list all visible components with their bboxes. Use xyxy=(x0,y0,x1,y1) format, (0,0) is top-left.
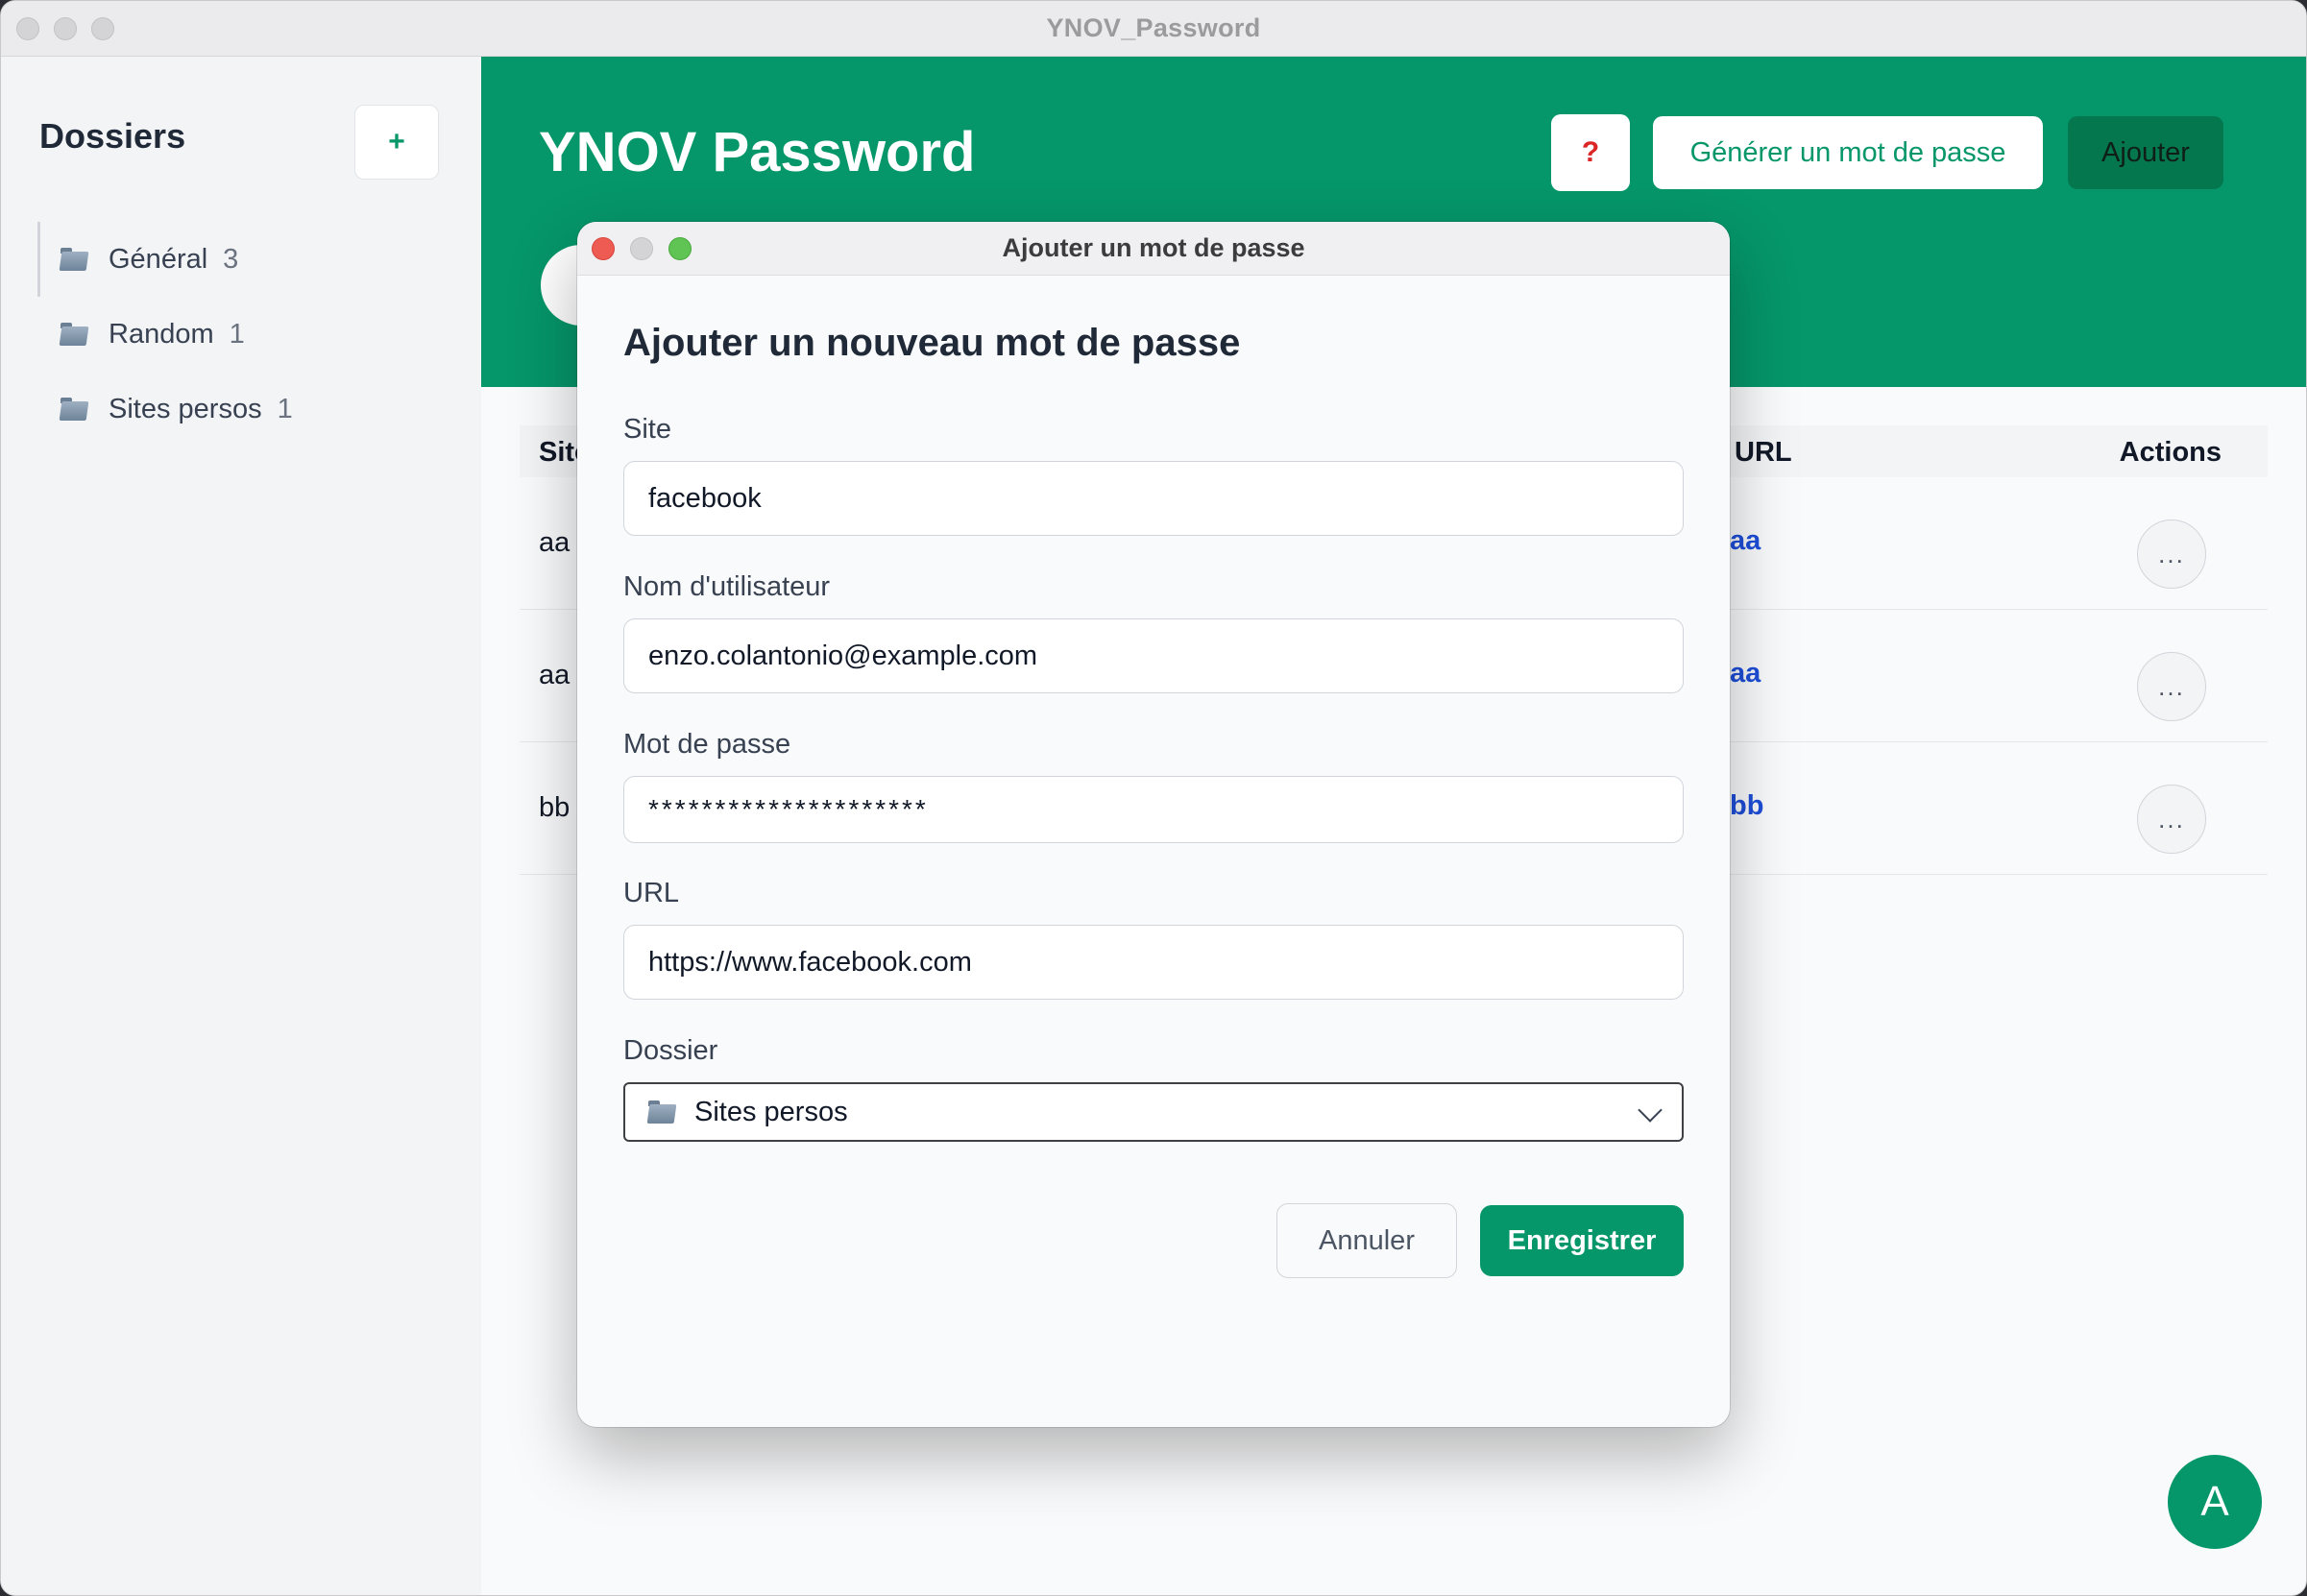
cancel-button[interactable]: Annuler xyxy=(1276,1203,1457,1278)
cell-url-link[interactable]: bb xyxy=(1730,790,1763,822)
folder-select[interactable]: Sites persos xyxy=(623,1082,1684,1142)
dialog-window-controls xyxy=(592,237,692,260)
window-titlebar: YNOV_Password xyxy=(1,1,2306,57)
folder-icon xyxy=(648,1100,675,1124)
sidebar: Dossiers + Général 3 Random 1 Sites pers… xyxy=(1,57,481,1595)
folder-field: Dossier Sites persos xyxy=(623,1035,1684,1142)
column-header-url: URL xyxy=(1735,437,1792,468)
folder-list: Général 3 Random 1 Sites persos 1 xyxy=(37,222,441,447)
dialog-maximize-button[interactable] xyxy=(668,237,692,260)
password-input[interactable] xyxy=(623,776,1684,843)
sidebar-item-label: Général xyxy=(109,243,208,275)
row-actions-button[interactable]: ... xyxy=(2137,785,2206,854)
close-window-button[interactable] xyxy=(16,17,39,40)
row-actions-button[interactable]: ... xyxy=(2137,520,2206,589)
site-label: Site xyxy=(623,414,671,445)
cell-url-link[interactable]: aa xyxy=(1730,658,1761,689)
sidebar-header: Dossiers + xyxy=(39,105,439,181)
username-label: Nom d'utilisateur xyxy=(623,571,831,602)
folder-select-value: Sites persos xyxy=(694,1096,848,1127)
add-password-button[interactable]: Ajouter xyxy=(2068,116,2223,189)
cell-site: aa xyxy=(539,660,571,690)
window-controls xyxy=(16,17,114,40)
chevron-down-icon xyxy=(1638,1098,1663,1123)
avatar[interactable]: A xyxy=(2168,1455,2262,1549)
sidebar-item-count: 1 xyxy=(277,393,293,424)
sidebar-item-count: 1 xyxy=(229,318,245,350)
sidebar-item-label: Sites persos xyxy=(109,393,262,424)
sidebar-item-general[interactable]: Général 3 xyxy=(37,222,441,297)
url-input[interactable] xyxy=(623,925,1684,1000)
more-icon: ... xyxy=(2158,804,2185,834)
sidebar-item-count: 3 xyxy=(223,243,239,275)
cell-site: aa xyxy=(539,527,571,558)
page-title: YNOV Password xyxy=(539,121,976,183)
dialog-heading: Ajouter un nouveau mot de passe xyxy=(623,322,1241,364)
add-password-dialog: Ajouter un mot de passe Ajouter un nouve… xyxy=(577,222,1730,1427)
dialog-window-title: Ajouter un mot de passe xyxy=(1002,233,1305,262)
site-field: Site xyxy=(623,414,1684,536)
help-button[interactable]: ? xyxy=(1551,114,1630,191)
maximize-window-button[interactable] xyxy=(91,17,114,40)
sidebar-title: Dossiers xyxy=(39,116,186,156)
password-field: Mot de passe xyxy=(623,729,1684,843)
column-header-actions: Actions xyxy=(2119,437,2222,468)
site-input[interactable] xyxy=(623,461,1684,536)
dialog-minimize-button[interactable] xyxy=(630,237,653,260)
more-icon: ... xyxy=(2158,539,2185,568)
folder-icon xyxy=(61,323,87,346)
app-window: YNOV_Password Dossiers + Général 3 Rando… xyxy=(0,0,2307,1596)
row-actions-button[interactable]: ... xyxy=(2137,652,2206,721)
folder-label: Dossier xyxy=(623,1035,718,1066)
folder-icon xyxy=(61,398,87,421)
folder-icon xyxy=(61,248,87,271)
cell-site: bb xyxy=(539,792,571,823)
save-button[interactable]: Enregistrer xyxy=(1480,1205,1684,1276)
username-field: Nom d'utilisateur xyxy=(623,571,1684,693)
dialog-close-button[interactable] xyxy=(592,237,615,260)
generate-password-button[interactable]: Générer un mot de passe xyxy=(1653,116,2043,189)
sidebar-item-random[interactable]: Random 1 xyxy=(37,297,441,372)
more-icon: ... xyxy=(2158,671,2185,701)
sidebar-item-sites-persos[interactable]: Sites persos 1 xyxy=(37,372,441,447)
url-field: URL xyxy=(623,878,1684,1000)
username-input[interactable] xyxy=(623,618,1684,693)
plus-icon: + xyxy=(388,126,405,157)
question-icon: ? xyxy=(1581,136,1600,168)
sidebar-item-label: Random xyxy=(109,318,214,350)
url-label: URL xyxy=(623,878,680,908)
cell-url-link[interactable]: aa xyxy=(1730,525,1761,557)
window-title: YNOV_Password xyxy=(1046,13,1261,42)
dialog-titlebar: Ajouter un mot de passe xyxy=(577,222,1730,276)
minimize-window-button[interactable] xyxy=(54,17,77,40)
password-label: Mot de passe xyxy=(623,729,791,760)
add-folder-button[interactable]: + xyxy=(354,105,439,180)
